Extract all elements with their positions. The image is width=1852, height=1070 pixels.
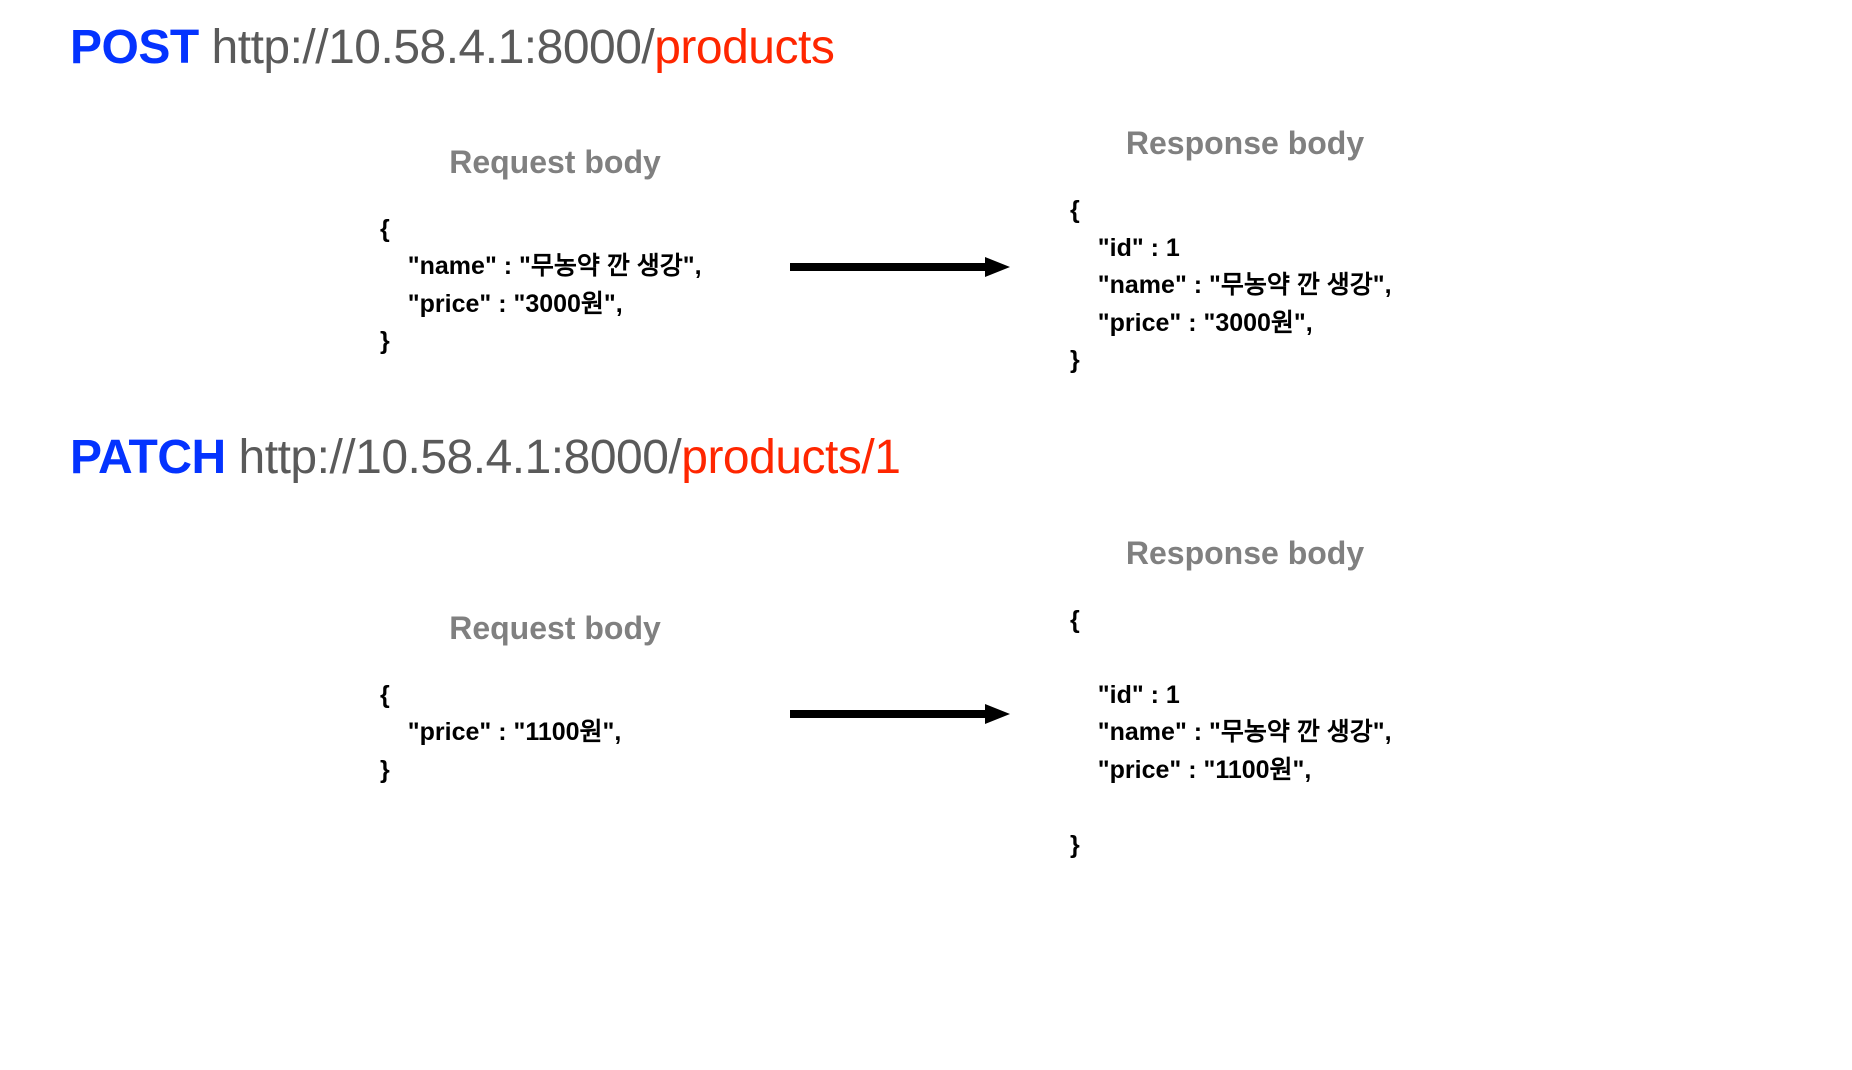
post-method-label: POST bbox=[70, 21, 199, 74]
patch-url-path: products/1 bbox=[681, 431, 900, 484]
patch-content-row: Request body { "price" : "1100원", } Resp… bbox=[70, 535, 1782, 865]
patch-header: PATCH http://10.58.4.1:8000/products/1 bbox=[70, 430, 1782, 485]
patch-request-body: { "price" : "1100원", } bbox=[380, 677, 730, 790]
post-url-path: products bbox=[654, 21, 834, 74]
post-response-body: { "id" : 1 "name" : "무농약 깐 생강", "price" … bbox=[1070, 192, 1420, 380]
post-header: POST http://10.58.4.1:8000/products bbox=[70, 20, 1782, 75]
patch-arrow-container bbox=[790, 674, 1010, 724]
arrow-right-icon bbox=[790, 704, 1010, 724]
post-arrow-container bbox=[790, 227, 1010, 277]
arrow-right-icon bbox=[790, 257, 1010, 277]
post-response-block: Response body { "id" : 1 "name" : "무농약 깐… bbox=[1070, 125, 1420, 380]
patch-section: PATCH http://10.58.4.1:8000/products/1 R… bbox=[70, 430, 1782, 865]
patch-request-block: Request body { "price" : "1100원", } bbox=[380, 610, 730, 790]
post-request-body: { "name" : "무농약 깐 생강", "price" : "3000원"… bbox=[380, 211, 730, 361]
patch-response-body: { "id" : 1 "name" : "무농약 깐 생강", "price" … bbox=[1070, 602, 1420, 865]
patch-url-prefix: http://10.58.4.1:8000/ bbox=[239, 431, 682, 484]
post-section: POST http://10.58.4.1:8000/products Requ… bbox=[70, 20, 1782, 380]
post-content-row: Request body { "name" : "무농약 깐 생강", "pri… bbox=[70, 125, 1782, 380]
post-request-title: Request body bbox=[380, 144, 730, 181]
patch-response-block: Response body { "id" : 1 "name" : "무농약 깐… bbox=[1070, 535, 1420, 865]
patch-method-label: PATCH bbox=[70, 431, 226, 484]
post-request-block: Request body { "name" : "무농약 깐 생강", "pri… bbox=[380, 144, 730, 361]
patch-request-title: Request body bbox=[380, 610, 730, 647]
post-response-title: Response body bbox=[1070, 125, 1420, 162]
post-url-prefix: http://10.58.4.1:8000/ bbox=[212, 21, 655, 74]
patch-response-title: Response body bbox=[1070, 535, 1420, 572]
